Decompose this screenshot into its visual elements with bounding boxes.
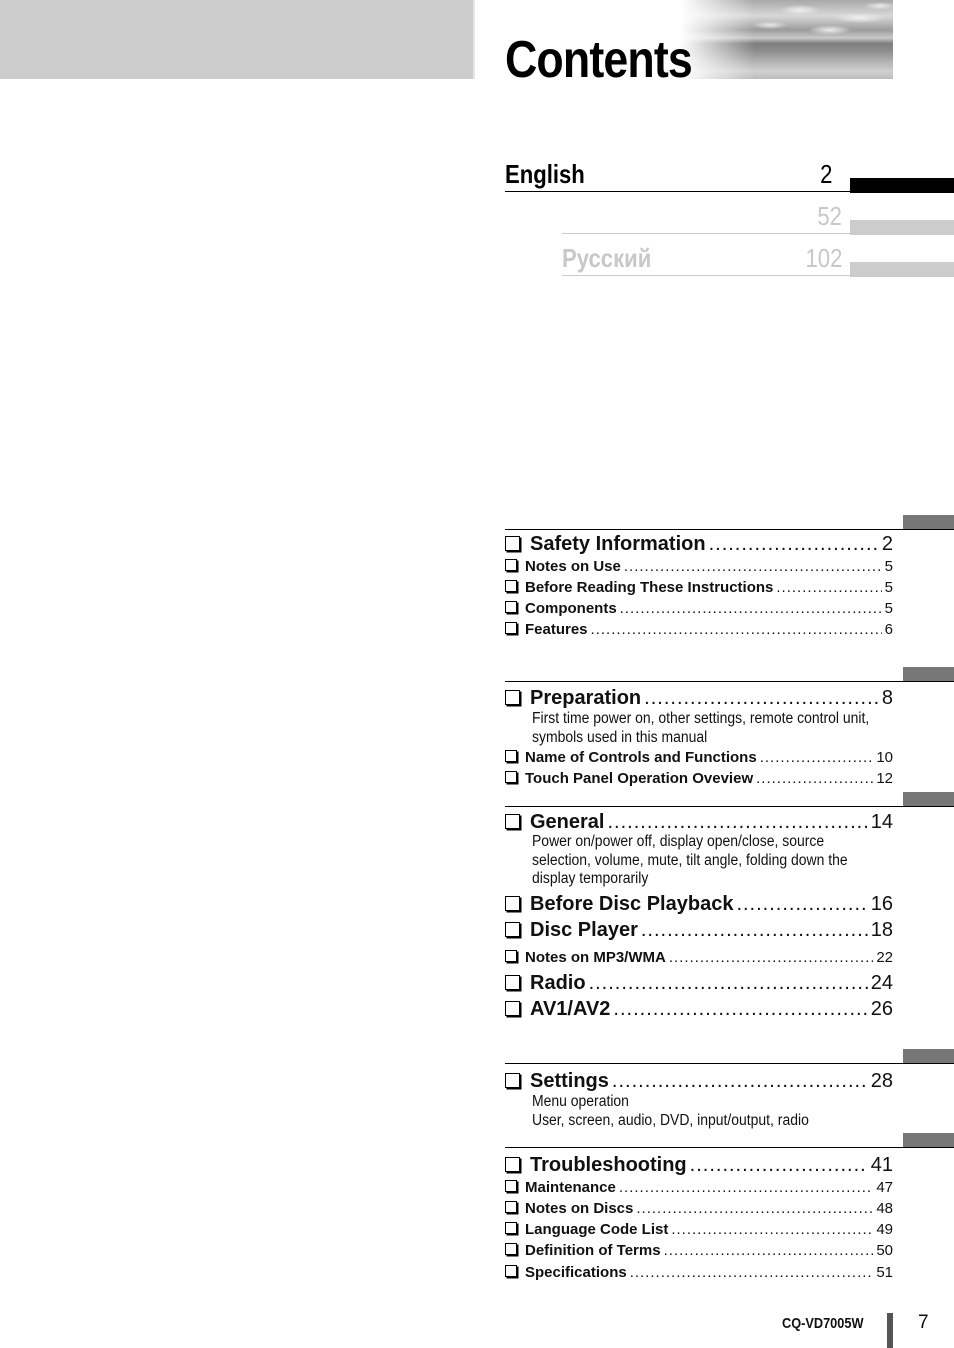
checkbox-icon [505,922,520,937]
checkbox-icon [505,536,520,551]
toc-item-touch-panel[interactable]: Touch Panel Operation Oveview 12 [505,770,893,787]
toc-item-disc-player[interactable]: Disc Player 18 [505,919,893,942]
toc-item-notes-on-mp3-wma[interactable]: Notes on MP3/WMA 22 [505,949,893,966]
leader-dots [709,533,879,556]
language-label: Русский [562,243,652,273]
toc-item-language-code-list[interactable]: Language Code List 49 [505,1221,893,1238]
section-divider [505,529,954,530]
checkbox-icon [505,622,517,634]
language-row-2[interactable]: 52 [562,201,954,235]
section-tab [903,1133,954,1147]
leader-dots [760,749,874,766]
checkbox-icon [505,975,520,990]
toc-item-av1-av2[interactable]: AV1/AV2 26 [505,998,893,1021]
leader-dots [619,1179,873,1196]
leader-dots [620,600,882,617]
toc-item-components[interactable]: Components 5 [505,600,893,617]
leader-dots [613,998,867,1021]
leader-dots [664,1242,874,1259]
checkbox-icon [505,580,517,592]
leader-dots [690,1154,868,1177]
checkbox-icon [505,1201,517,1213]
header-band-edge [473,0,475,79]
language-tab[interactable] [850,262,954,277]
language-page: 2 [819,159,832,189]
checkbox-icon [505,1180,517,1192]
toc-item-notes-on-discs[interactable]: Notes on Discs 48 [505,1200,893,1217]
checkbox-icon [505,1157,520,1172]
leader-dots [607,811,867,834]
checkbox-icon [505,1001,520,1016]
language-rule [505,191,850,192]
toc-description: First time power on, other settings, rem… [532,710,870,746]
leader-dots [669,949,873,966]
toc-item-notes-on-use[interactable]: Notes on Use 5 [505,558,893,575]
toc-item-definition-of-terms[interactable]: Definition of Terms 50 [505,1242,893,1259]
toc-item-troubleshooting[interactable]: Troubleshooting 41 [505,1154,893,1177]
page-title: Contents [505,31,693,89]
toc-item-general[interactable]: General 14 [505,811,893,834]
leader-dots [630,1264,874,1281]
header-photo-clouds [680,0,893,40]
leader-dots [641,919,868,942]
language-tab[interactable] [850,220,954,235]
toc-description: Power on/power off, display open/close, … [532,833,848,887]
toc-item-before-reading[interactable]: Before Reading These Instructions 5 [505,579,893,596]
checkbox-icon [505,1243,517,1255]
leader-dots [671,1221,873,1238]
leader-dots [591,621,882,638]
checkbox-icon [505,1073,520,1088]
footer-divider-bar [887,1313,893,1348]
checkbox-icon [505,814,520,829]
checkbox-icon [505,771,517,783]
leader-dots [624,558,882,575]
checkbox-icon [505,896,520,911]
language-tab-active[interactable] [850,178,954,193]
toc-item-safety-information[interactable]: Safety Information 2 [505,533,893,556]
toc-item-features[interactable]: Features 6 [505,621,893,638]
toc-item-radio[interactable]: Radio 24 [505,972,893,995]
checkbox-icon [505,750,517,762]
language-page: 52 [817,201,842,231]
toc-item-maintenance[interactable]: Maintenance 47 [505,1179,893,1196]
section-divider [505,1147,954,1148]
language-label: English [505,159,585,189]
section-divider [505,1063,954,1064]
header-gray-band [0,0,473,79]
leader-dots [636,1200,873,1217]
section-divider [505,806,954,807]
language-page: 102 [805,243,842,273]
toc-item-preparation[interactable]: Preparation 8 [505,687,893,710]
checkbox-icon [505,601,517,613]
section-tab [903,1049,954,1063]
toc-description: Menu operation User, screen, audio, DVD,… [532,1093,809,1129]
section-tab [903,667,954,681]
language-rule [562,275,850,276]
leader-dots [776,579,881,596]
leader-dots [736,893,867,916]
checkbox-icon [505,559,517,571]
language-row-russian[interactable]: Русский 102 [562,243,954,277]
toc-item-before-disc-playback[interactable]: Before Disc Playback 16 [505,893,893,916]
checkbox-icon [505,950,517,962]
leader-dots [612,1070,868,1093]
toc-item-name-of-controls[interactable]: Name of Controls and Functions 10 [505,749,893,766]
checkbox-icon [505,1222,517,1234]
toc-item-settings[interactable]: Settings 28 [505,1070,893,1093]
language-rule [562,233,850,234]
leader-dots [589,972,868,995]
section-divider [505,681,954,682]
model-number: CQ-VD7005W [782,1315,864,1332]
toc-item-specifications[interactable]: Specifications 51 [505,1264,893,1281]
page-number: 7 [918,1312,929,1333]
checkbox-icon [505,690,520,705]
section-tab [903,515,954,529]
section-tab [903,792,954,806]
language-row-english[interactable]: English 2 [505,159,954,193]
leader-dots [756,770,873,787]
leader-dots [644,687,879,710]
checkbox-icon [505,1265,517,1277]
